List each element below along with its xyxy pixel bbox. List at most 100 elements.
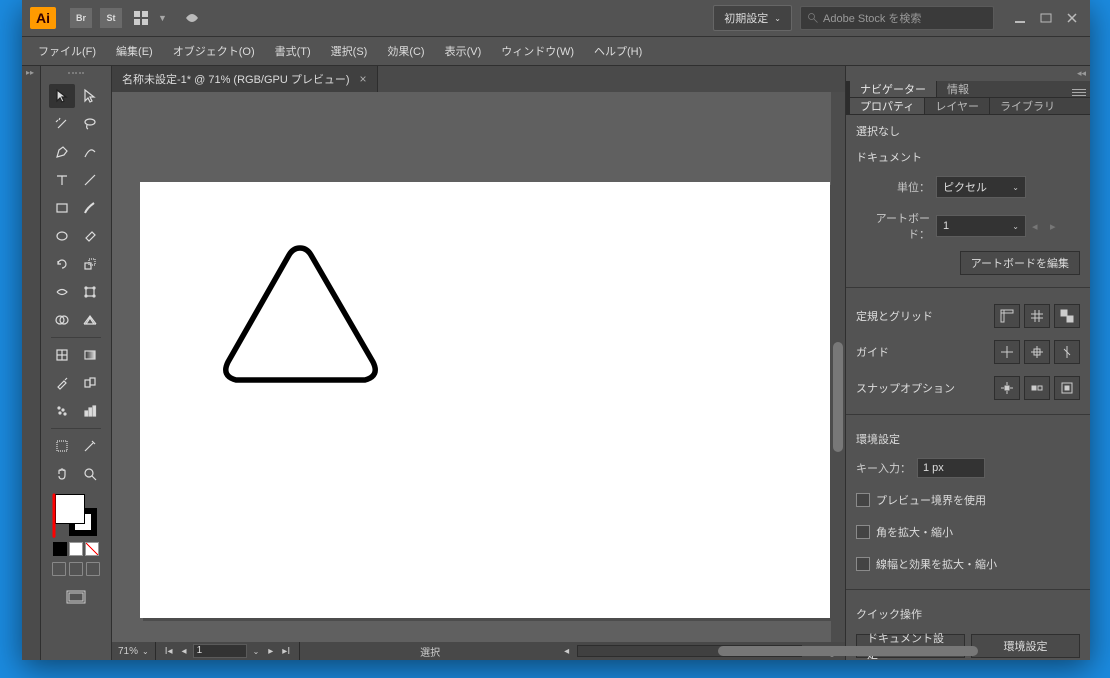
- tab-navigator[interactable]: ナビゲーター: [846, 81, 936, 97]
- next-artboard-button[interactable]: ▸: [1050, 220, 1062, 233]
- fill-color[interactable]: [55, 494, 85, 524]
- workspace-selector[interactable]: 初期設定 ⌄: [713, 5, 792, 31]
- stock-search-input[interactable]: Adobe Stock を検索: [800, 6, 994, 30]
- scroll-left-icon[interactable]: ◂: [560, 646, 573, 657]
- menu-type[interactable]: 書式(T): [265, 39, 321, 63]
- show-guides-icon[interactable]: [994, 340, 1020, 364]
- lasso-tool[interactable]: [77, 112, 103, 136]
- shaper-tool[interactable]: [49, 224, 75, 248]
- panel-collapse-strip[interactable]: ▸▸: [22, 66, 41, 660]
- free-transform-tool[interactable]: [77, 280, 103, 304]
- menu-edit[interactable]: 編集(E): [106, 39, 163, 63]
- collapse-panels-icon[interactable]: ◂◂: [846, 66, 1090, 81]
- zoom-selector[interactable]: 71% ⌄: [112, 642, 156, 660]
- mesh-tool[interactable]: [49, 343, 75, 367]
- preview-bounds-checkbox[interactable]: [856, 493, 870, 507]
- gpu-preview-icon[interactable]: [181, 8, 203, 28]
- brush-tool[interactable]: [77, 196, 103, 220]
- menu-object[interactable]: オブジェクト(O): [163, 39, 265, 63]
- snap-grid-icon[interactable]: [1024, 376, 1050, 400]
- blend-tool[interactable]: [77, 371, 103, 395]
- menu-view[interactable]: 表示(V): [435, 39, 492, 63]
- maximize-button[interactable]: [1038, 11, 1054, 25]
- artboard[interactable]: [140, 182, 830, 618]
- scale-tool[interactable]: [77, 252, 103, 276]
- fill-stroke-swatch[interactable]: [55, 494, 97, 536]
- prev-artboard-button[interactable]: ◂: [1032, 220, 1044, 233]
- pen-tool[interactable]: [49, 140, 75, 164]
- close-tab-icon[interactable]: ×: [360, 72, 367, 86]
- zoom-tool[interactable]: [77, 462, 103, 486]
- edit-artboards-button[interactable]: アートボードを編集: [960, 251, 1080, 275]
- arrange-docs-button[interactable]: [130, 8, 152, 28]
- snap-point-icon[interactable]: [994, 376, 1020, 400]
- chevron-down-icon: ⌄: [1012, 222, 1019, 231]
- rulers-toggle-icon[interactable]: [994, 304, 1020, 328]
- type-tool[interactable]: [49, 168, 75, 192]
- toolbar-grip[interactable]: [61, 72, 91, 78]
- line-tool[interactable]: [77, 168, 103, 192]
- magic-wand-tool[interactable]: [49, 112, 75, 136]
- close-button[interactable]: [1064, 11, 1080, 25]
- units-selector[interactable]: ピクセル ⌄: [936, 176, 1026, 198]
- symbol-sprayer-tool[interactable]: [49, 399, 75, 423]
- menu-window[interactable]: ウィンドウ(W): [491, 39, 584, 63]
- next-page-button[interactable]: ▸: [265, 646, 276, 657]
- lock-guides-icon[interactable]: [1024, 340, 1050, 364]
- eyedropper-tool[interactable]: [49, 371, 75, 395]
- page-input[interactable]: 1: [193, 644, 247, 658]
- color-mode-gradient[interactable]: [69, 542, 83, 556]
- width-tool[interactable]: [49, 280, 75, 304]
- screen-mode-button[interactable]: [61, 586, 91, 608]
- snap-pixel-icon[interactable]: [1054, 376, 1080, 400]
- last-page-button[interactable]: ▸I: [279, 646, 293, 657]
- curvature-tool[interactable]: [77, 140, 103, 164]
- artboard-tool[interactable]: [49, 434, 75, 458]
- key-input-label: キー入力：: [856, 460, 911, 476]
- rounded-triangle-shape[interactable]: [220, 242, 380, 390]
- rotate-tool[interactable]: [49, 252, 75, 276]
- transparency-grid-icon[interactable]: [1054, 304, 1080, 328]
- scale-corners-checkbox[interactable]: [856, 525, 870, 539]
- grid-toggle-icon[interactable]: [1024, 304, 1050, 328]
- vertical-scrollbar[interactable]: [831, 92, 845, 642]
- color-mode-solid[interactable]: [53, 542, 67, 556]
- rectangle-tool[interactable]: [49, 196, 75, 220]
- direct-select-tool[interactable]: [77, 84, 103, 108]
- tab-libraries[interactable]: ライブラリ: [989, 98, 1065, 114]
- gradient-tool[interactable]: [77, 343, 103, 367]
- shape-builder-tool[interactable]: [49, 308, 75, 332]
- preferences-button[interactable]: 環境設定: [971, 634, 1080, 658]
- slice-tool[interactable]: [77, 434, 103, 458]
- panel-menu-icon[interactable]: [1072, 87, 1086, 98]
- first-page-button[interactable]: I◂: [162, 646, 176, 657]
- draw-mode-normal[interactable]: [52, 562, 66, 576]
- smart-guides-icon[interactable]: [1054, 340, 1080, 364]
- graph-tool[interactable]: [77, 399, 103, 423]
- color-mode-none[interactable]: [85, 542, 99, 556]
- horizontal-scrollbar[interactable]: [577, 645, 802, 657]
- menu-help[interactable]: ヘルプ(H): [584, 39, 652, 63]
- tab-layers[interactable]: レイヤー: [924, 98, 989, 114]
- stock-button[interactable]: St: [100, 8, 122, 28]
- artboard-selector[interactable]: 1 ⌄: [936, 215, 1026, 237]
- hand-tool[interactable]: [49, 462, 75, 486]
- tab-properties[interactable]: プロパティ: [846, 98, 924, 114]
- menu-effect[interactable]: 効果(C): [377, 39, 434, 63]
- prev-page-button[interactable]: ◂: [179, 646, 190, 657]
- bridge-button[interactable]: Br: [70, 8, 92, 28]
- document-tab[interactable]: 名称未設定-1* @ 71% (RGB/GPU プレビュー) ×: [112, 66, 378, 92]
- menu-file[interactable]: ファイル(F): [28, 39, 106, 63]
- draw-mode-behind[interactable]: [69, 562, 83, 576]
- menubar: ファイル(F) 編集(E) オブジェクト(O) 書式(T) 選択(S) 効果(C…: [22, 37, 1090, 66]
- tab-info[interactable]: 情報: [936, 81, 979, 97]
- minimize-button[interactable]: [1012, 11, 1028, 25]
- selection-tool[interactable]: [49, 84, 75, 108]
- key-input-value[interactable]: 1 px: [917, 458, 985, 478]
- scale-strokes-checkbox[interactable]: [856, 557, 870, 571]
- menu-select[interactable]: 選択(S): [321, 39, 378, 63]
- perspective-grid-tool[interactable]: [77, 308, 103, 332]
- eraser-tool[interactable]: [77, 224, 103, 248]
- draw-mode-inside[interactable]: [86, 562, 100, 576]
- canvas[interactable]: [112, 92, 845, 642]
